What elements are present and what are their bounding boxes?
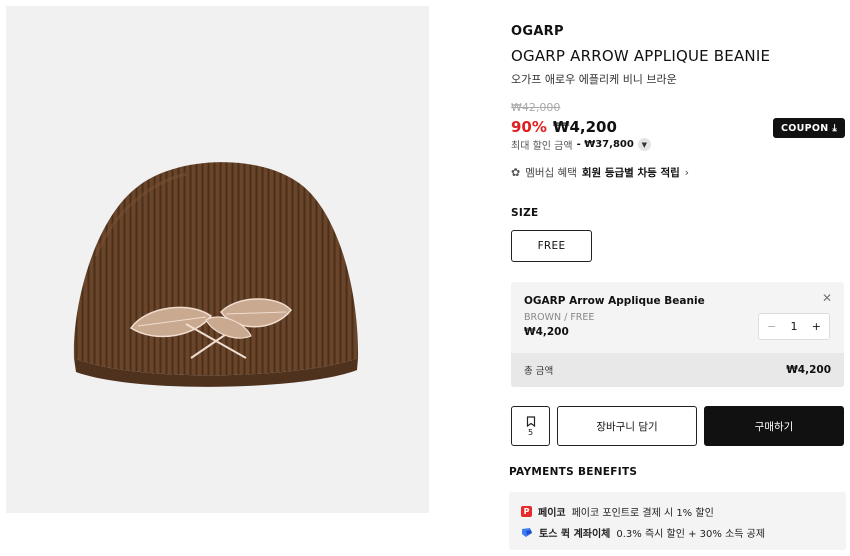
close-icon[interactable]: ✕ (822, 291, 832, 305)
sale-price: ₩4,200 (552, 118, 617, 136)
payment-item-payco: P 페이코 페이코 포인트로 결제 시 1% 할인 (521, 504, 714, 519)
bookmark-button[interactable]: 5 (511, 406, 550, 446)
quantity-value[interactable]: 1 (791, 320, 798, 333)
chevron-down-icon[interactable]: ▼ (637, 138, 651, 151)
buy-now-button[interactable]: 구매하기 (704, 406, 844, 446)
discount-rate: 90% (511, 118, 547, 136)
toss-icon (522, 528, 532, 537)
total-label: 총 금액 (524, 366, 554, 377)
total-value: ₩4,200 (786, 364, 831, 376)
option-variant: BROWN / FREE (524, 312, 595, 323)
quantity-stepper: − 1 + (758, 313, 830, 340)
payment-brand: 토스 퀵 계좌이체 (539, 529, 611, 540)
membership-value: 회원 등급별 차등 적립 (581, 167, 680, 179)
payment-item-toss: 토스 퀵 계좌이체 0.3% 즉시 할인 + 30% 소득 공제 (521, 525, 765, 540)
download-icon: ⤓ (832, 122, 838, 134)
size-option-free[interactable]: FREE (511, 230, 592, 262)
payment-brand: 페이코 (538, 508, 566, 519)
option-price: ₩4,200 (524, 326, 569, 338)
size-label: SIZE (511, 207, 539, 219)
add-to-cart-button[interactable]: 장바구니 담기 (557, 406, 697, 446)
payments-title: PAYMENTS BENEFITS (509, 466, 638, 478)
minus-button[interactable]: − (767, 320, 776, 333)
payco-icon: P (521, 506, 532, 517)
beanie-image (73, 162, 359, 387)
product-image[interactable] (6, 6, 429, 513)
gear-icon: ✿ (511, 166, 521, 179)
payment-text: 0.3% 즉시 할인 + 30% 소득 공제 (616, 529, 766, 540)
brand-name[interactable]: OGARP (511, 24, 564, 39)
original-price: ₩42,000 (511, 101, 561, 114)
coupon-button[interactable]: COUPON ⤓ (773, 118, 845, 138)
bookmark-count: 5 (527, 427, 534, 437)
coupon-label: COUPON (780, 122, 829, 134)
payments-benefits: P 페이코 페이코 포인트로 결제 시 1% 할인 토스 퀵 계좌이체 0.3%… (509, 492, 846, 550)
membership-benefit[interactable]: ✿ 멤버십 혜택 회원 등급별 차등 적립 › (511, 165, 689, 180)
chevron-right-icon: › (684, 166, 689, 179)
payment-text: 페이코 포인트로 결제 시 1% 할인 (571, 508, 714, 519)
product-title: OGARP ARROW APPLIQUE BEANIE (511, 47, 771, 65)
membership-label: 멤버십 혜택 (525, 167, 577, 179)
price-row: 90% ₩4,200 (511, 118, 617, 136)
selected-option: OGARP Arrow Applique Beanie BROWN / FREE… (511, 282, 844, 387)
product-subtitle: 오가프 애로우 에플리케 비니 브라운 (511, 73, 677, 86)
max-discount: 최대 할인 금액 - ₩37,800 ▼ (511, 137, 651, 152)
bookmark-icon (526, 415, 535, 427)
option-name: OGARP Arrow Applique Beanie (524, 295, 705, 307)
max-discount-label: 최대 할인 금액 (511, 141, 573, 152)
total-row: 총 금액 ₩4,200 (511, 353, 844, 387)
max-discount-value: - ₩37,800 (576, 139, 634, 150)
plus-button[interactable]: + (812, 320, 821, 333)
